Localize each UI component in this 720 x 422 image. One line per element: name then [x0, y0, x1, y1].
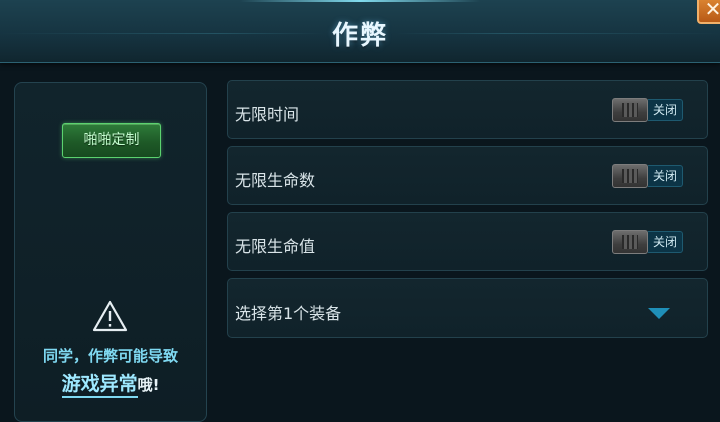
close-icon: ✕ [704, 0, 720, 21]
option-row-infinite-health: 无限生命值 关闭 [227, 212, 708, 271]
toggle-state: 关闭 [648, 231, 683, 253]
chevron-down-icon[interactable] [648, 308, 670, 319]
toggle-state: 关闭 [648, 99, 683, 121]
header-bar: 作弊 [0, 0, 720, 63]
toggle-infinite-health[interactable]: 关闭 [612, 230, 684, 254]
toggle-state: 关闭 [648, 165, 683, 187]
option-row-infinite-lives: 无限生命数 关闭 [227, 146, 708, 205]
warning-tail: 哦! [137, 376, 160, 394]
warning-emphasis: 游戏异常 [61, 373, 138, 398]
option-row-infinite-time: 无限时间 关闭 [227, 80, 708, 139]
equipment-select-label: 选择第1个装备 [235, 304, 342, 323]
page-title: 作弊 [331, 21, 388, 51]
toggle-infinite-time[interactable]: 关闭 [612, 98, 684, 122]
warning-text-line2: 游戏异常哦! [15, 369, 206, 398]
toggle-infinite-lives[interactable]: 关闭 [612, 164, 684, 188]
option-label: 无限生命数 [235, 171, 316, 190]
warning-icon [92, 300, 128, 332]
toggle-knob [612, 230, 648, 254]
option-label: 无限生命值 [235, 237, 316, 256]
header-glow [240, 0, 480, 2]
option-label: 无限时间 [235, 105, 300, 124]
warning-text: 同学，作弊可能导致 [42, 347, 178, 365]
custom-button[interactable]: 啪啪定制 [62, 123, 161, 158]
toggle-knob [612, 98, 648, 122]
sidebar-panel: 啪啪定制 同学，作弊可能导致 游戏异常哦! [14, 82, 207, 422]
close-button[interactable]: ✕ [697, 0, 720, 24]
equipment-select[interactable]: 选择第1个装备 [227, 278, 708, 338]
toggle-knob [612, 164, 648, 188]
